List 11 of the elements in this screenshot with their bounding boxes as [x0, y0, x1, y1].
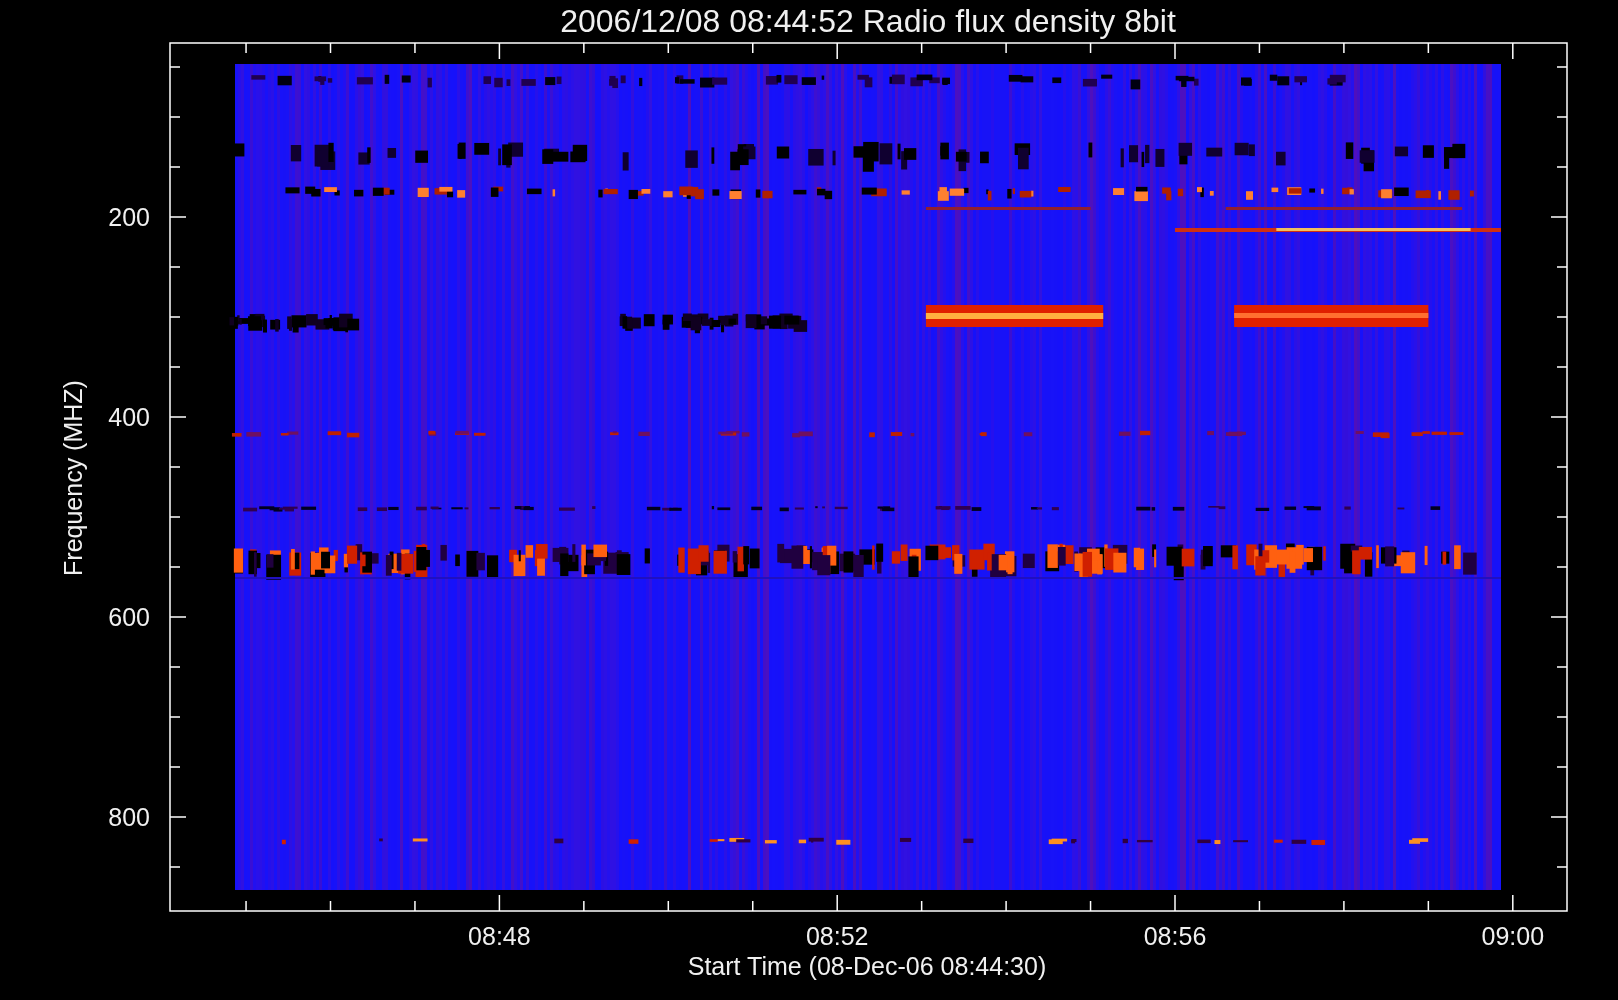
chart-title: 2006/12/08 08:44:52 Radio flux density 8bit — [560, 3, 1176, 39]
x-tick-label: 08:52 — [805, 922, 869, 950]
x-tick-label: 08:56 — [1143, 922, 1207, 950]
y-tick-label: 600 — [108, 603, 150, 631]
x-tick-label: 09:00 — [1481, 922, 1545, 950]
y-tick-label: 200 — [108, 203, 150, 231]
y-tick-label: 400 — [108, 403, 150, 431]
y-tick-label: 800 — [108, 803, 150, 831]
x-tick-label: 08:48 — [468, 922, 531, 950]
x-axis-label: Start Time (08-Dec-06 08:44:30) — [687, 952, 1047, 980]
y-axis-label: Frequency (MHZ) — [59, 380, 87, 576]
